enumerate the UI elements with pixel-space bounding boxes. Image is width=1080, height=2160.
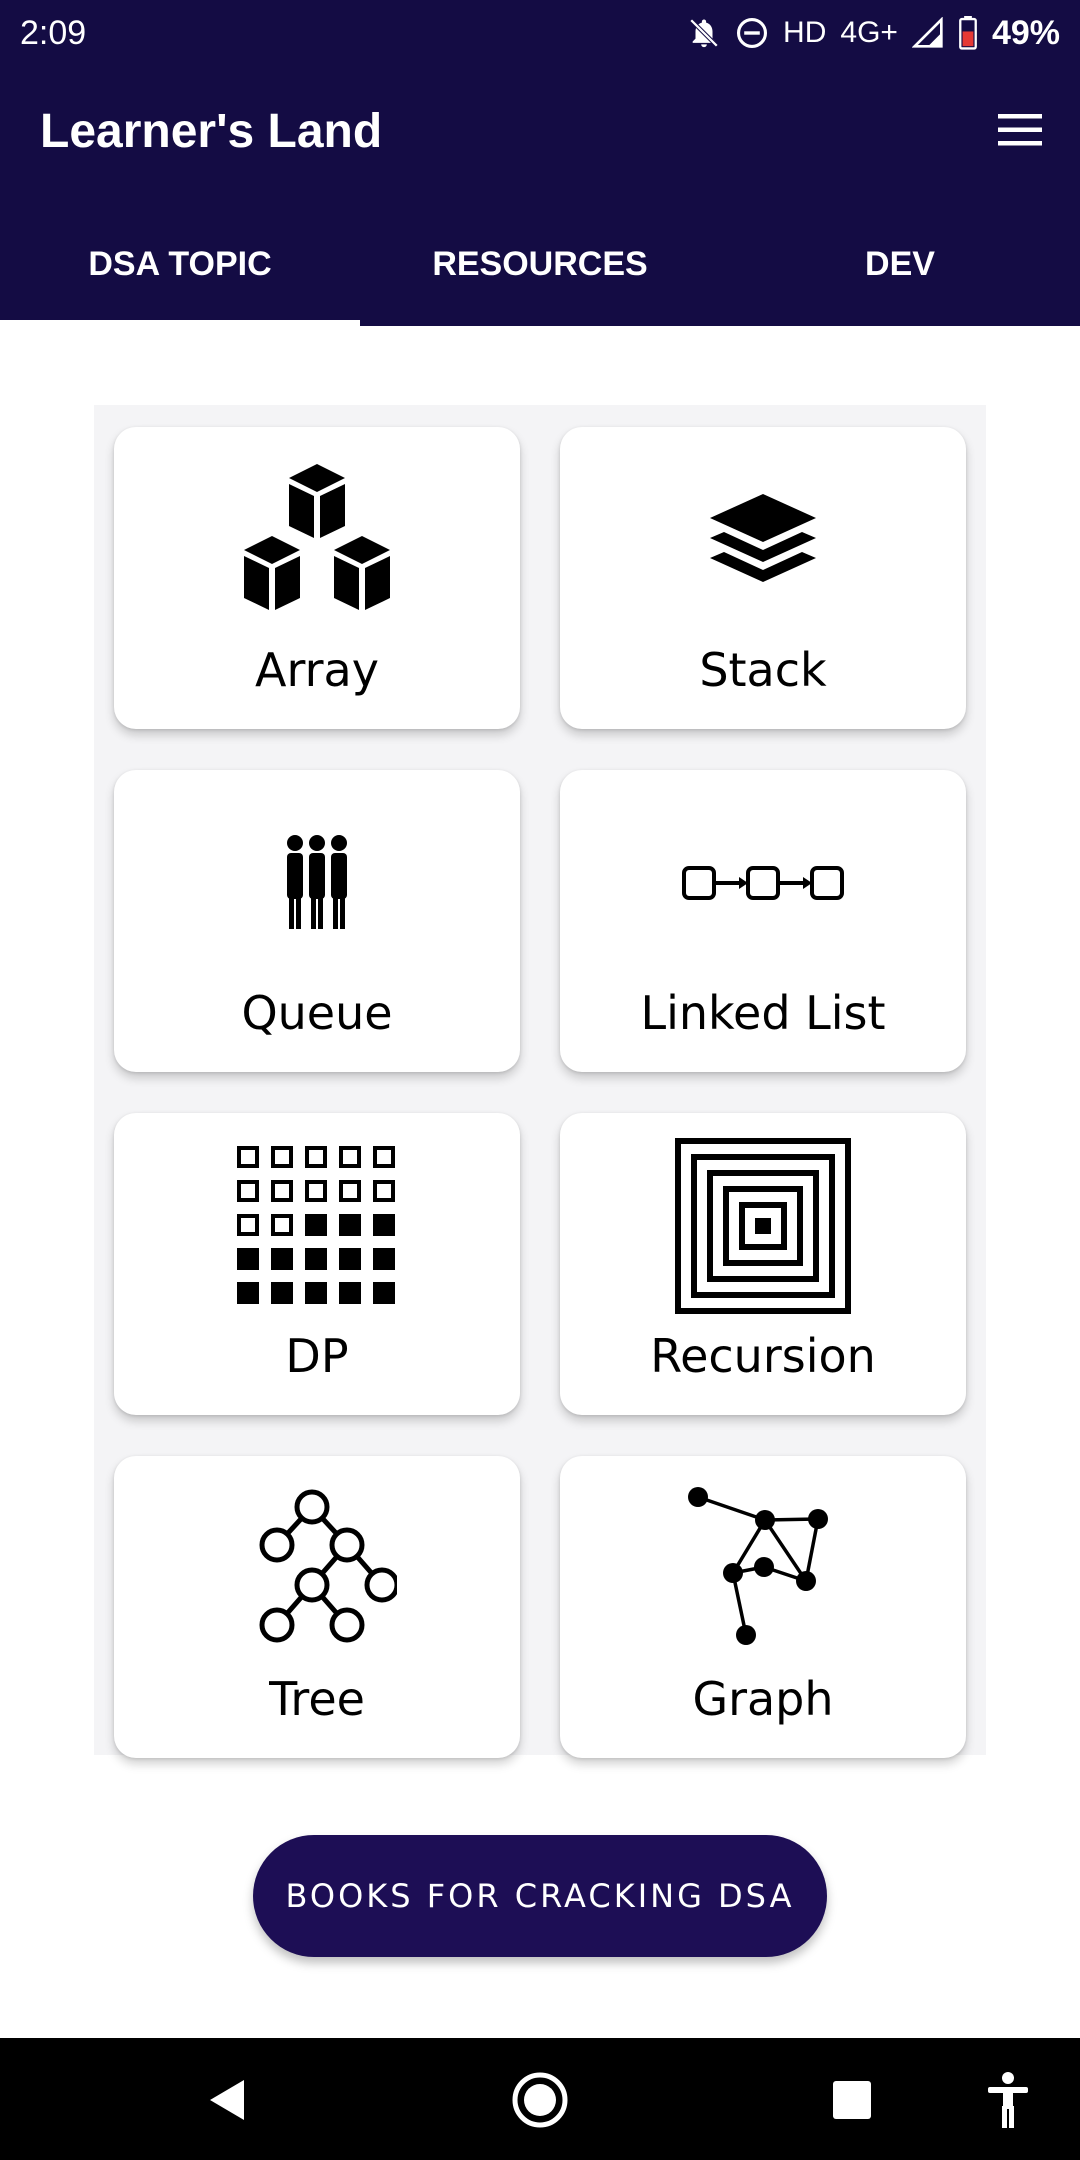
topic-label: Graph — [692, 1672, 834, 1726]
network-type: 4G+ — [840, 16, 898, 49]
dp-grid-icon — [237, 1146, 395, 1304]
tree-icon — [259, 1489, 397, 1643]
home-button[interactable] — [508, 2068, 572, 2132]
books-for-cracking-dsa-button[interactable]: BOOKS FOR CRACKING DSA — [253, 1835, 827, 1957]
hamburger-menu-icon — [998, 114, 1042, 146]
recents-icon — [833, 2081, 871, 2119]
status-time: 2:09 — [20, 13, 87, 52]
topic-label: Tree — [269, 1672, 365, 1726]
books-button-label: BOOKS FOR CRACKING DSA — [285, 1877, 795, 1915]
recents-button[interactable] — [820, 2068, 884, 2132]
home-icon — [512, 2072, 568, 2128]
graph-icon — [688, 1487, 828, 1645]
app-title: Learner's Land — [40, 105, 383, 158]
topic-label: Array — [255, 643, 379, 697]
system-nav-bar — [0, 2038, 1080, 2160]
tab-dsa-topic[interactable]: DSA TOPIC — [0, 202, 360, 326]
topic-card-linked-list[interactable]: Linked List — [560, 770, 966, 1072]
tab-label: DEV — [865, 244, 935, 283]
tab-dev[interactable]: DEV — [720, 202, 1080, 326]
topic-label: Recursion — [650, 1329, 876, 1383]
topic-label: Linked List — [640, 986, 886, 1040]
back-button[interactable] — [196, 2068, 260, 2132]
bell-off-icon — [689, 18, 719, 48]
topic-card-stack[interactable]: Stack — [560, 427, 966, 729]
people-queue-icon — [287, 835, 347, 929]
topic-card-dp[interactable]: DP — [114, 1113, 520, 1415]
battery-percent: 49% — [991, 13, 1060, 52]
topic-card-queue[interactable]: Queue — [114, 770, 520, 1072]
hamburger-menu-button[interactable] — [996, 112, 1044, 148]
tab-label: RESOURCES — [432, 244, 648, 283]
battery-icon — [959, 16, 977, 50]
topic-card-graph[interactable]: Graph — [560, 1456, 966, 1758]
accessibility-button[interactable] — [976, 2068, 1040, 2132]
accessibility-icon — [988, 2072, 1028, 2128]
topic-card-tree[interactable]: Tree — [114, 1456, 520, 1758]
linked-nodes-icon — [682, 866, 844, 900]
tab-resources[interactable]: RESOURCES — [360, 202, 720, 326]
topic-label: Queue — [241, 986, 393, 1040]
layers-icon — [710, 494, 816, 582]
topic-card-recursion[interactable]: Recursion — [560, 1113, 966, 1415]
topic-label: Stack — [699, 643, 827, 697]
back-icon — [210, 2080, 244, 2120]
status-icons: HD 4G+ 49% — [687, 14, 1060, 53]
nested-squares-icon — [675, 1138, 851, 1314]
do-not-disturb-icon — [737, 17, 768, 49]
tab-bar: DSA TOPIC RESOURCES DEV — [0, 202, 1080, 326]
tab-label: DSA TOPIC — [88, 244, 272, 283]
topic-card-array[interactable]: Array — [114, 427, 520, 729]
network-label: HD — [783, 16, 827, 49]
cubes-icon — [244, 464, 390, 610]
status-bar: 2:09 HD 4G+ 49% — [0, 0, 1080, 66]
app-bar: Learner's Land DSA TOPIC RESOURCES DEV — [0, 66, 1080, 326]
topics-grid: Array Stack Queue Linked List DP Recursi… — [94, 405, 986, 1758]
topic-label: DP — [285, 1329, 349, 1383]
signal-icon — [911, 17, 943, 48]
